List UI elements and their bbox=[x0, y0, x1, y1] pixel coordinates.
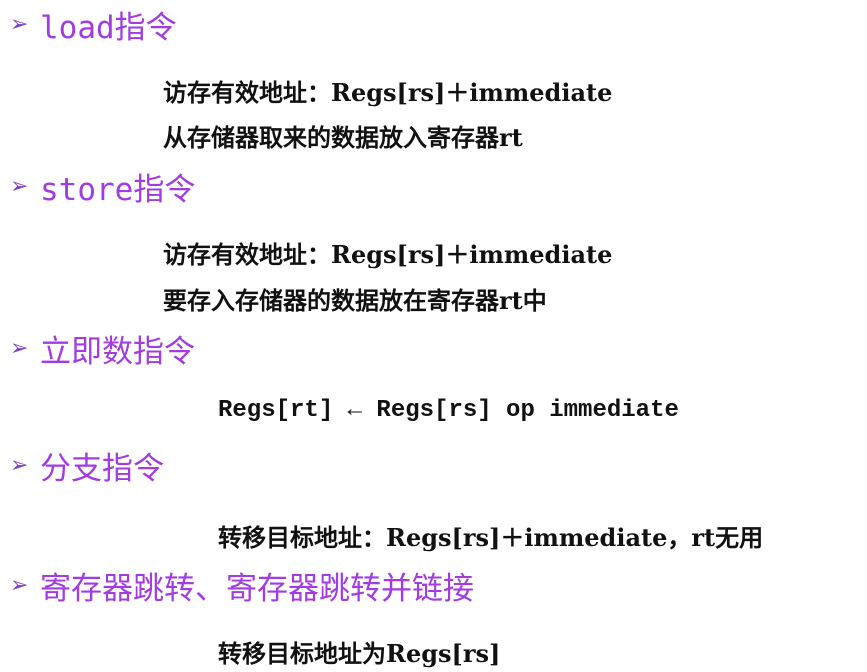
body-line: 访存有效地址：Regs[rs]＋immediate bbox=[163, 240, 613, 269]
heading-text: load指令 bbox=[40, 10, 177, 46]
bullet-arrow-icon: ➢ bbox=[10, 453, 29, 478]
bullet-arrow-icon: ➢ bbox=[10, 336, 29, 361]
bullet-arrow-icon: ➢ bbox=[10, 174, 29, 199]
body-line: 从存储器取来的数据放入寄存器rt bbox=[163, 123, 523, 152]
body-line: Regs[rt] ← Regs[rs] op immediate bbox=[218, 397, 679, 424]
section-branch-heading: ➢ 分支指令 bbox=[10, 443, 164, 488]
body-line: 访存有效地址：Regs[rs]＋immediate bbox=[163, 78, 613, 107]
heading-text: 立即数指令 bbox=[40, 334, 195, 370]
section-store-heading: ➢ store指令 bbox=[10, 164, 195, 209]
section-immediate-heading: ➢ 立即数指令 bbox=[10, 326, 195, 371]
heading-text: store指令 bbox=[40, 172, 196, 208]
bullet-arrow-icon: ➢ bbox=[10, 12, 29, 37]
body-line: 转移目标地址：Regs[rs]＋immediate，rt无用 bbox=[218, 523, 764, 552]
section-load-heading: ➢ load指令 bbox=[10, 2, 177, 47]
section-register-jump-heading: ➢ 寄存器跳转、寄存器跳转并链接 bbox=[10, 563, 474, 608]
heading-text: 寄存器跳转、寄存器跳转并链接 bbox=[40, 571, 474, 607]
body-line: 要存入存储器的数据放在寄存器rt中 bbox=[163, 286, 547, 315]
body-line: 转移目标地址为Regs[rs] bbox=[218, 639, 501, 668]
heading-text: 分支指令 bbox=[40, 451, 164, 487]
bullet-arrow-icon: ➢ bbox=[10, 573, 29, 598]
